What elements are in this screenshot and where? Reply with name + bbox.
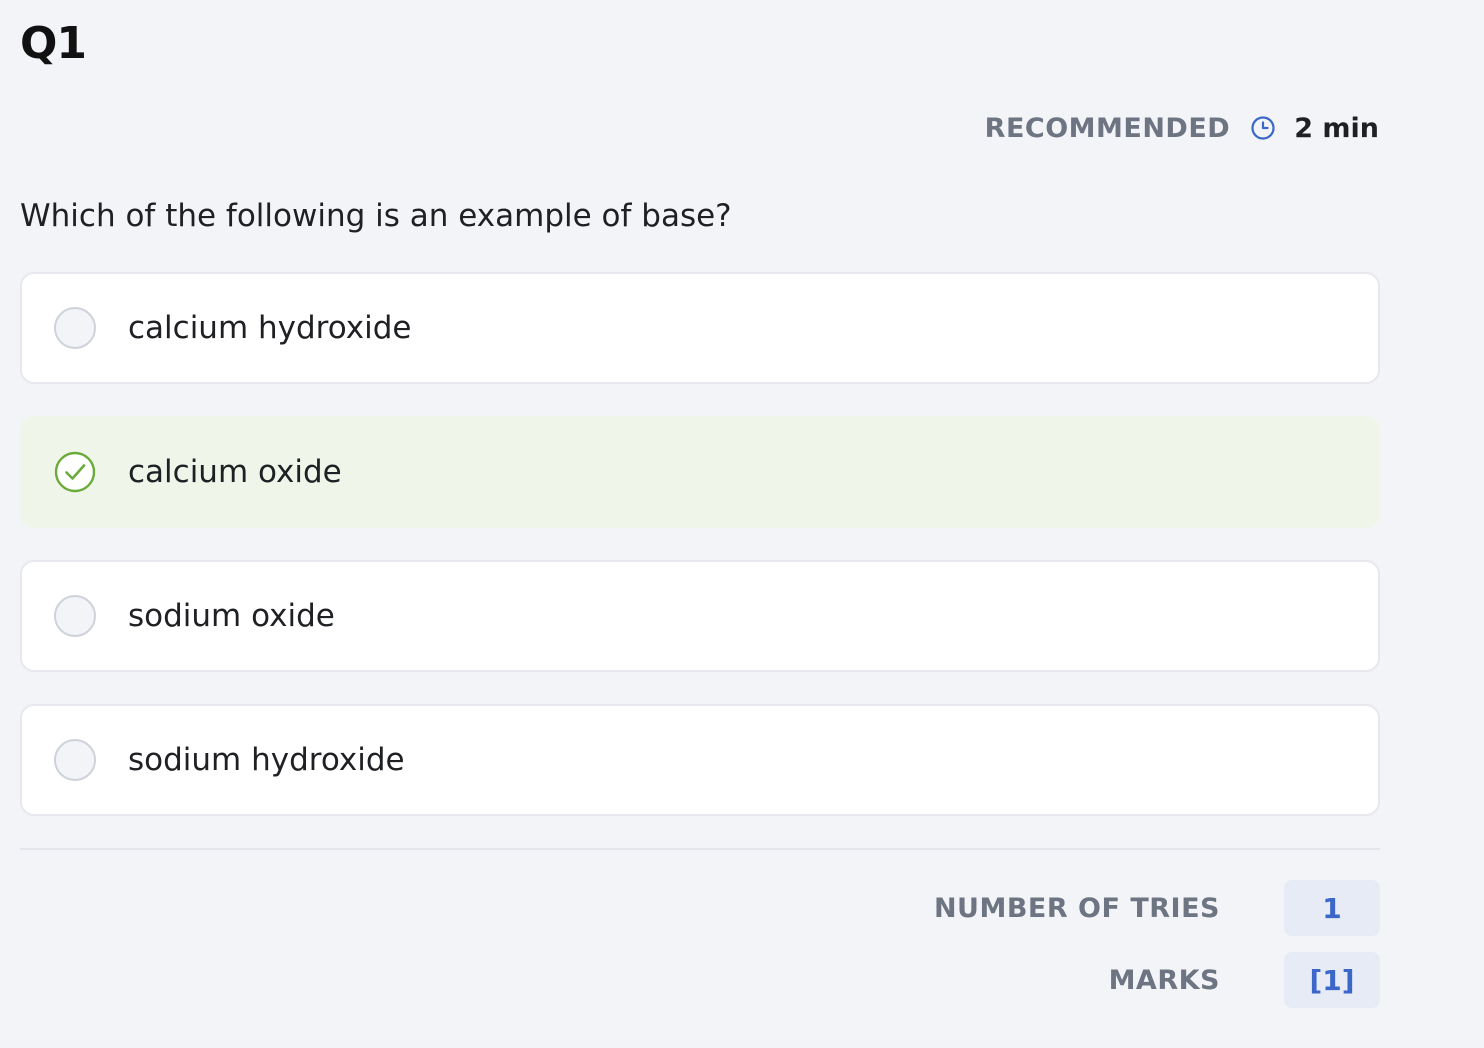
radio-button[interactable] xyxy=(54,595,96,637)
question-number: Q1 xyxy=(20,18,87,69)
marks-row: MARKS [1] xyxy=(1109,952,1380,1008)
radio-button[interactable] xyxy=(54,739,96,781)
number-of-tries-value: 1 xyxy=(1284,880,1380,936)
option-label: calcium oxide xyxy=(128,454,342,490)
option-label: sodium hydroxide xyxy=(128,742,405,778)
option-label: sodium oxide xyxy=(128,598,335,634)
recommended-time: RECOMMENDED 2 min xyxy=(985,110,1379,146)
recommended-value: 2 min xyxy=(1294,112,1379,144)
divider xyxy=(20,848,1380,850)
check-circle-icon xyxy=(54,451,96,493)
recommended-label: RECOMMENDED xyxy=(984,112,1231,144)
answer-option-calcium-oxide[interactable]: calcium oxide xyxy=(20,416,1380,528)
answer-option-sodium-hydroxide[interactable]: sodium hydroxide xyxy=(20,704,1380,816)
answer-option-calcium-hydroxide[interactable]: calcium hydroxide xyxy=(20,272,1380,384)
number-of-tries-label: NUMBER OF TRIES xyxy=(933,892,1220,924)
clock-icon xyxy=(1251,116,1275,140)
marks-value: [1] xyxy=(1284,952,1380,1008)
answer-option-sodium-oxide[interactable]: sodium oxide xyxy=(20,560,1380,672)
radio-button[interactable] xyxy=(54,307,96,349)
number-of-tries-row: NUMBER OF TRIES 1 xyxy=(934,880,1380,936)
question-text: Which of the following is an example of … xyxy=(20,198,732,234)
marks-label: MARKS xyxy=(1108,964,1220,996)
option-label: calcium hydroxide xyxy=(128,310,412,346)
